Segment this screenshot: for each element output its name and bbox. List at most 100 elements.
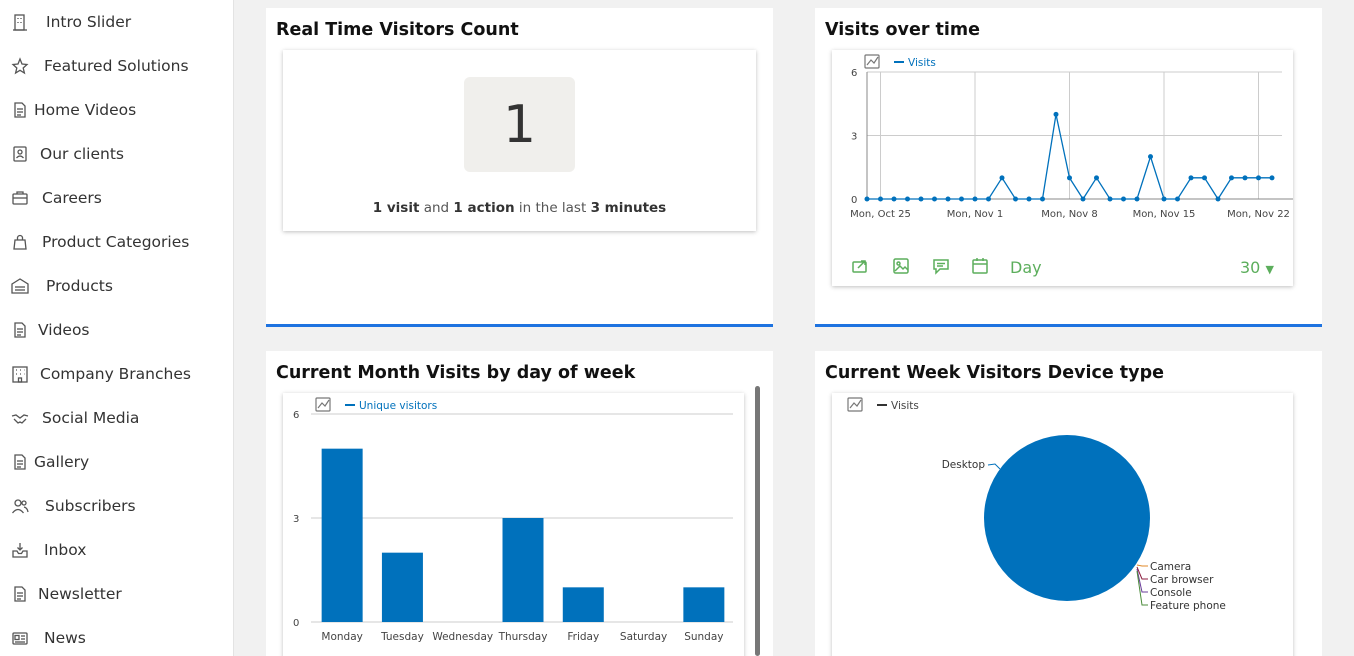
y-tick-label: 6 <box>851 68 857 79</box>
export-icon[interactable] <box>851 257 869 275</box>
users-icon <box>10 496 30 516</box>
chart-footer: Day 30 ▼ <box>832 255 1293 285</box>
warehouse-icon <box>10 276 30 296</box>
bar[interactable] <box>562 587 604 622</box>
data-point[interactable] <box>1175 196 1180 202</box>
document-icon <box>10 100 30 120</box>
legend-label[interactable]: Unique visitors <box>359 400 437 412</box>
legend-label[interactable]: Visits <box>908 57 936 69</box>
period-selector[interactable]: Day <box>1010 258 1042 277</box>
data-point[interactable] <box>959 196 964 202</box>
x-tick-label: Mon, Oct 25 <box>850 209 911 220</box>
building-icon <box>10 12 30 32</box>
realtime-summary: 1 visit and 1 action in the last 3 minut… <box>283 200 756 216</box>
data-point[interactable] <box>1080 196 1086 202</box>
sidebar-item-videos[interactable]: Videos <box>10 318 90 342</box>
bar[interactable] <box>502 518 544 622</box>
data-point[interactable] <box>1188 175 1194 181</box>
sidebar-item-featured-solutions[interactable]: Featured Solutions <box>10 54 189 78</box>
data-point[interactable] <box>999 175 1005 181</box>
data-point[interactable] <box>918 196 924 202</box>
bar[interactable] <box>321 448 363 622</box>
data-point[interactable] <box>1269 175 1275 181</box>
document-icon <box>10 452 30 472</box>
sidebar-item-subscribers[interactable]: Subscribers <box>10 494 136 518</box>
sidebar-item-social-media[interactable]: Social Media <box>10 406 139 430</box>
sidebar-item-company-branches[interactable]: Company Branches <box>10 362 191 386</box>
annotation-icon[interactable] <box>932 257 950 275</box>
data-point[interactable] <box>878 196 883 202</box>
sidebar-item-label: Subscribers <box>45 497 136 515</box>
data-point[interactable] <box>864 196 870 202</box>
sidebar-item-label: Product Categories <box>42 233 190 251</box>
sidebar-item-label: News <box>44 629 86 647</box>
bar[interactable] <box>683 587 725 622</box>
data-point[interactable] <box>1040 196 1045 202</box>
sidebar-item-label: Gallery <box>34 453 90 471</box>
data-point[interactable] <box>972 196 978 202</box>
document-icon <box>10 320 30 340</box>
x-tick-label: Tuesday <box>380 631 424 643</box>
pie-label: Camera <box>1150 561 1191 573</box>
data-point[interactable] <box>932 196 937 202</box>
data-point[interactable] <box>905 196 910 202</box>
weekday-bar-chart: Unique visitors 0 3 6 Monday Tuesday Wednesda… <box>293 397 733 643</box>
limit-selector[interactable]: 30 ▼ <box>1240 258 1274 277</box>
sidebar-item-label: Products <box>46 277 113 295</box>
x-tick-label: Thursday <box>498 631 548 643</box>
data-point[interactable] <box>1094 175 1099 181</box>
pie-label: Feature phone <box>1150 600 1226 612</box>
legend-label[interactable]: Visits <box>891 400 919 412</box>
realtime-in-last: in the last <box>514 200 591 216</box>
visits-over-time-panel: Visits 0 3 6 Mon, Oct 25 Mon, Nov 1 Mon, Nov … <box>832 50 1293 286</box>
x-tick-label: Mon, Nov 15 <box>1133 209 1196 220</box>
data-point[interactable] <box>1242 175 1248 181</box>
image-icon[interactable] <box>892 257 910 275</box>
data-point[interactable] <box>1067 175 1072 181</box>
data-point[interactable] <box>891 196 897 202</box>
sidebar-item-products[interactable]: Products <box>10 274 113 298</box>
realtime-visitors-card: Real Time Visitors Count 1 1 visit and 1… <box>266 8 773 327</box>
bar[interactable] <box>381 552 423 622</box>
calendar-icon[interactable] <box>971 257 989 275</box>
x-tick-label: Sunday <box>684 631 723 643</box>
x-tick-label: Mon, Nov 22 <box>1227 209 1290 220</box>
data-point[interactable] <box>1256 175 1261 181</box>
data-point[interactable] <box>1053 111 1059 117</box>
chart-type-icon[interactable] <box>864 54 880 69</box>
newspaper-icon <box>10 628 30 648</box>
data-point[interactable] <box>1026 196 1032 202</box>
data-point[interactable] <box>1013 196 1018 202</box>
data-point[interactable] <box>945 196 951 202</box>
data-point[interactable] <box>1107 196 1113 202</box>
data-point[interactable] <box>986 196 991 202</box>
data-point[interactable] <box>1134 196 1140 202</box>
sidebar-item-home-videos[interactable]: Home Videos <box>10 98 136 122</box>
shopping-bag-icon <box>10 232 30 252</box>
sidebar-item-product-categories[interactable]: Product Categories <box>10 230 189 254</box>
data-point[interactable] <box>1229 175 1234 181</box>
sidebar-item-newsletter[interactable]: Newsletter <box>10 582 122 606</box>
visits-line-chart: Visits 0 3 6 Mon, Oct 25 Mon, Nov 1 Mon, Nov … <box>850 54 1293 220</box>
sidebar-item-our-clients[interactable]: Our clients <box>10 142 124 166</box>
sidebar-item-news[interactable]: News <box>10 626 86 650</box>
realtime-visitors-title: Real Time Visitors Count <box>276 20 519 40</box>
pie-slice[interactable] <box>984 435 1150 601</box>
data-point[interactable] <box>1215 196 1221 202</box>
panel-scrollbar[interactable] <box>755 386 760 656</box>
data-point[interactable] <box>1121 196 1126 202</box>
data-point[interactable] <box>1148 154 1153 160</box>
limit-value: 30 <box>1240 258 1261 277</box>
sidebar-item-label: Featured Solutions <box>44 57 189 75</box>
y-tick-label: 3 <box>293 514 299 525</box>
data-point[interactable] <box>1202 175 1207 181</box>
sidebar-item-intro-slider[interactable]: Intro Slider <box>10 10 131 34</box>
chart-type-icon[interactable] <box>847 397 863 412</box>
data-point[interactable] <box>1161 196 1167 202</box>
sidebar-item-label: Inbox <box>44 541 87 559</box>
sidebar-item-gallery[interactable]: Gallery <box>10 450 89 474</box>
sidebar-item-careers[interactable]: Careers <box>10 186 102 210</box>
chart-type-icon[interactable] <box>315 397 331 412</box>
sidebar-item-inbox[interactable]: Inbox <box>10 538 86 562</box>
weekday-visits-title: Current Month Visits by day of week <box>276 363 636 383</box>
